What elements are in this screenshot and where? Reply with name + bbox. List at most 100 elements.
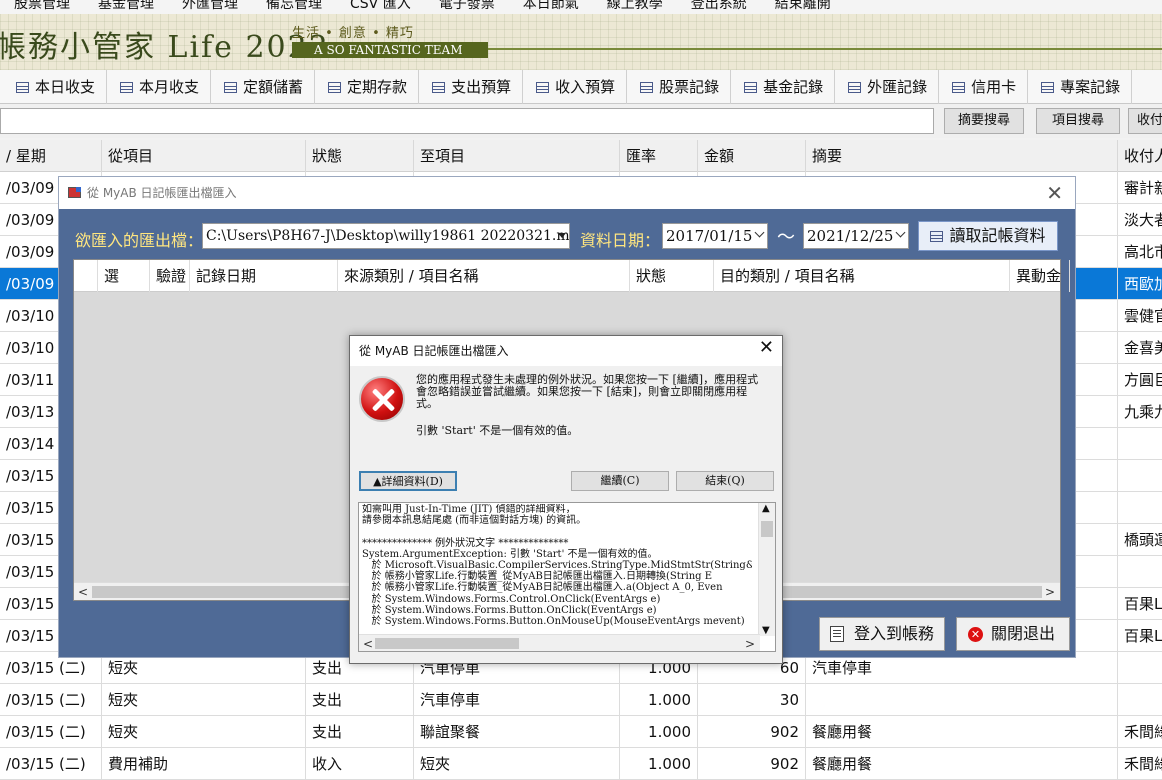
login-to-accounts-button[interactable]: 登入到帳務 bbox=[819, 617, 945, 651]
menu-item[interactable]: 外匯管理 bbox=[182, 0, 238, 12]
scroll-up-icon[interactable]: ▲ bbox=[762, 503, 770, 514]
table-row[interactable]: /03/15 (二)短夾支出聯誼聚餐1.000902餐廳用餐禾間綠 bbox=[0, 716, 1162, 748]
error-dialog-title: 從 MyAB 日記帳匯出檔匯入 bbox=[350, 336, 782, 366]
tab-10[interactable]: 專案記錄 bbox=[1028, 70, 1133, 104]
tab-label: 基金記錄 bbox=[763, 78, 824, 96]
table-cell: 1.000 bbox=[620, 716, 698, 748]
table-cell: 餐廳用餐 bbox=[806, 748, 1118, 780]
table-cell: 金喜美 bbox=[1118, 332, 1162, 364]
dropdown-arrow-icon bbox=[558, 233, 566, 238]
quit-button[interactable]: 結束(Q) bbox=[676, 471, 774, 491]
tab-2[interactable]: 定額儲蓄 bbox=[211, 70, 316, 104]
table-cell: 禾間綠 bbox=[1118, 716, 1162, 748]
tab-1[interactable]: 本月收支 bbox=[107, 70, 212, 104]
menu-item[interactable]: 線上教學 bbox=[607, 0, 663, 12]
scroll-left-icon[interactable]: < bbox=[363, 637, 373, 651]
item-search-button[interactable]: 項目搜尋 bbox=[1036, 108, 1120, 134]
tab-4[interactable]: 支出預算 bbox=[419, 70, 524, 104]
error-argument: 引數 'Start' 不是一個有效的值。 bbox=[416, 424, 579, 437]
table-cell: 汽車停車 bbox=[414, 684, 620, 716]
exception-details-text: 如需叫用 Just-In-Time (JIT) 偵錯的詳細資料， 請參閱本訊息結… bbox=[362, 504, 752, 628]
table-cell: 短夾 bbox=[414, 748, 620, 780]
error-message: 您的應用程式發生未處理的例外狀況。如果您按一下 [繼續]，應用程式會忽略錯誤並嘗… bbox=[416, 373, 759, 410]
table-cell: 淡大者 bbox=[1118, 204, 1162, 236]
menu-item[interactable]: 本日節氣 bbox=[523, 0, 579, 12]
scroll-right-icon[interactable]: > bbox=[745, 637, 755, 651]
menu-bar: 股票管理 基金管理 外匯管理 備忘管理 CSV 匯入 電子發票 本日節氣 線上教學 登出系統 結束… bbox=[0, 0, 1162, 14]
horizontal-scrollbar[interactable]: < > bbox=[359, 634, 760, 651]
tab-6[interactable]: 股票記錄 bbox=[627, 70, 732, 104]
team-label: A SO FANTASTIC TEAM bbox=[292, 42, 488, 58]
close-icon[interactable]: ✕ bbox=[759, 337, 774, 358]
date-label: 資料日期： bbox=[580, 231, 661, 250]
table-cell: 橋頭運 bbox=[1118, 524, 1162, 556]
tab-7[interactable]: 基金記錄 bbox=[731, 70, 836, 104]
tab-icon bbox=[952, 82, 966, 93]
app-icon bbox=[68, 187, 81, 198]
date-from-picker[interactable]: 2017/01/15 bbox=[662, 223, 768, 249]
app-title: 帳務小管家 Life 2022 bbox=[0, 30, 330, 65]
grid-column-header: 記錄日期 bbox=[190, 260, 338, 292]
table-cell: 1.000 bbox=[620, 748, 698, 780]
menu-item[interactable]: 股票管理 bbox=[14, 0, 70, 12]
table-cell: 高北市 bbox=[1118, 236, 1162, 268]
scroll-right-icon[interactable]: > bbox=[1045, 585, 1055, 599]
read-records-label: 讀取記帳資料 bbox=[949, 226, 1046, 245]
table-cell: 聯誼聚餐 bbox=[414, 716, 620, 748]
table-row[interactable]: /03/15 (二)費用補助收入短夾1.000902餐廳用餐禾間綠 bbox=[0, 748, 1162, 780]
grid-column-header: 異動金 bbox=[1010, 260, 1070, 292]
table-cell: 1.000 bbox=[620, 684, 698, 716]
exception-details-textbox[interactable]: 如需叫用 Just-In-Time (JIT) 偵錯的詳細資料， 請參閱本訊息結… bbox=[358, 502, 776, 652]
search-input[interactable] bbox=[0, 108, 934, 134]
tab-9[interactable]: 信用卡 bbox=[939, 70, 1029, 104]
close-icon[interactable]: ✕ bbox=[1046, 181, 1063, 205]
menu-item[interactable]: 結束離開 bbox=[775, 0, 831, 12]
import-grid-header: 選驗證 記錄日期 來源類別 / 項目名稱 狀態 目的類別 / 項目名稱 異動金 bbox=[74, 260, 1070, 292]
grid-column-header: 驗證 bbox=[150, 260, 190, 292]
tab-label: 支出預算 bbox=[451, 78, 512, 96]
document-icon bbox=[830, 626, 844, 642]
payee-search-button[interactable]: 收付 bbox=[1128, 108, 1162, 134]
table-cell: 支出 bbox=[306, 716, 414, 748]
menu-item[interactable]: CSV 匯入 bbox=[350, 0, 411, 12]
app-banner: 帳務小管家 Life 2022 生活 • 創意 • 精巧 A SO FANTAS… bbox=[0, 14, 1162, 70]
chevron-down-icon bbox=[754, 227, 765, 238]
table-row[interactable]: /03/15 (二) 短夾 支出 汽車停車 1.000 30 bbox=[0, 684, 1162, 716]
column-header: 金額 bbox=[698, 140, 806, 172]
tab-5[interactable]: 收入預算 bbox=[523, 70, 628, 104]
menu-item[interactable]: 電子發票 bbox=[439, 0, 495, 12]
tab-8[interactable]: 外匯記錄 bbox=[835, 70, 940, 104]
app-subtitle: 生活 • 創意 • 精巧 bbox=[292, 26, 414, 41]
table-cell: 短夾 bbox=[102, 684, 306, 716]
scroll-left-icon[interactable]: < bbox=[78, 585, 88, 599]
tab-3[interactable]: 定期存款 bbox=[315, 70, 420, 104]
table-cell: 902 bbox=[698, 748, 806, 780]
date-to-picker[interactable]: 2021/12/25 bbox=[803, 223, 909, 249]
scroll-down-icon[interactable]: ▼ bbox=[762, 625, 770, 636]
date-range-separator: ～ bbox=[777, 227, 795, 248]
export-file-select[interactable]: C:\Users\P8H67-J\Desktop\willy19861 2022… bbox=[202, 223, 570, 249]
tab-label: 本日收支 bbox=[35, 78, 96, 96]
column-header: / 星期 bbox=[0, 140, 102, 172]
grid-column-header: 狀態 bbox=[630, 260, 714, 292]
grid-column-header bbox=[74, 260, 98, 292]
read-records-button[interactable]: 讀取記帳資料 bbox=[918, 221, 1058, 251]
summary-search-button[interactable]: 摘要搜尋 bbox=[944, 108, 1024, 134]
tab-label: 專案記錄 bbox=[1060, 78, 1121, 96]
close-exit-button[interactable]: ✕ 關閉退出 bbox=[956, 617, 1070, 651]
menu-item[interactable]: 基金管理 bbox=[98, 0, 154, 12]
tab-icon bbox=[224, 82, 238, 93]
details-button[interactable]: ▲詳細資料(D) bbox=[359, 471, 457, 491]
table-cell bbox=[1118, 556, 1162, 588]
continue-button[interactable]: 繼續(C) bbox=[571, 471, 669, 491]
column-header: 收付人 bbox=[1118, 140, 1162, 172]
column-header: 狀態 bbox=[306, 140, 414, 172]
menu-item[interactable]: 備忘管理 bbox=[266, 0, 322, 12]
table-cell: 九乘九 bbox=[1118, 396, 1162, 428]
menu-item[interactable]: 登出系統 bbox=[691, 0, 747, 12]
column-header: 從項目 bbox=[102, 140, 306, 172]
tab-0[interactable]: 本日收支 bbox=[0, 70, 108, 104]
chevron-down-icon bbox=[895, 227, 906, 238]
table-cell bbox=[1118, 492, 1162, 524]
vertical-scrollbar[interactable]: ▲ ▼ bbox=[758, 503, 775, 636]
